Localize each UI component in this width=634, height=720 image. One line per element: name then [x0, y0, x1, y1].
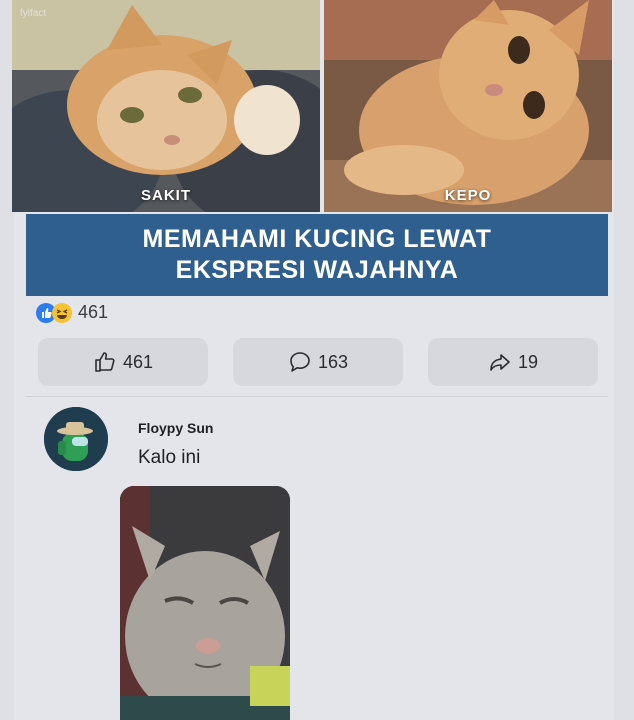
cat-kepo-image — [324, 0, 612, 212]
panel-caption-right: KEPO — [444, 187, 492, 204]
comment-bubble-icon — [290, 352, 310, 372]
haha-icon — [52, 302, 72, 323]
watermark-text: fylfact — [20, 8, 47, 19]
thumbs-up-icon — [95, 352, 115, 372]
reaction-summary[interactable]: 461 — [36, 302, 108, 323]
app-frame: fylfact SAKIT KEPO MEMAHAMI KUCING LEWAT… — [0, 0, 634, 720]
avatar[interactable] — [44, 407, 108, 471]
post-image-left[interactable]: fylfact SAKIT — [12, 0, 320, 212]
comment-image[interactable] — [120, 486, 290, 720]
cat-comment-image — [120, 486, 290, 720]
cat-sakit-image — [12, 0, 320, 212]
banner-line-1: MEMAHAMI KUCING LEWAT — [142, 225, 492, 253]
among-us-avatar-icon — [44, 407, 108, 471]
panel-caption-left: SAKIT — [141, 187, 191, 204]
share-button[interactable]: 19 — [428, 338, 598, 386]
comment-author[interactable]: Floypy Sun — [138, 420, 213, 436]
share-arrow-icon — [490, 354, 510, 371]
like-count: 461 — [122, 351, 154, 372]
comment-text: Kalo ini — [138, 447, 201, 468]
post-image-right[interactable]: KEPO — [324, 0, 612, 212]
post-banner: MEMAHAMI KUCING LEWAT EKSPRESI WAJAHNYA — [26, 214, 608, 296]
comment-count: 163 — [317, 351, 349, 372]
like-button[interactable]: 461 — [38, 338, 208, 386]
comment-button[interactable]: 163 — [233, 338, 403, 386]
share-count: 19 — [517, 351, 539, 372]
reaction-count: 461 — [78, 302, 109, 322]
banner-line-2: EKSPRESI WAJAHNYA — [175, 256, 459, 284]
divider — [26, 396, 608, 397]
action-bar: 461 163 19 — [38, 338, 598, 388]
